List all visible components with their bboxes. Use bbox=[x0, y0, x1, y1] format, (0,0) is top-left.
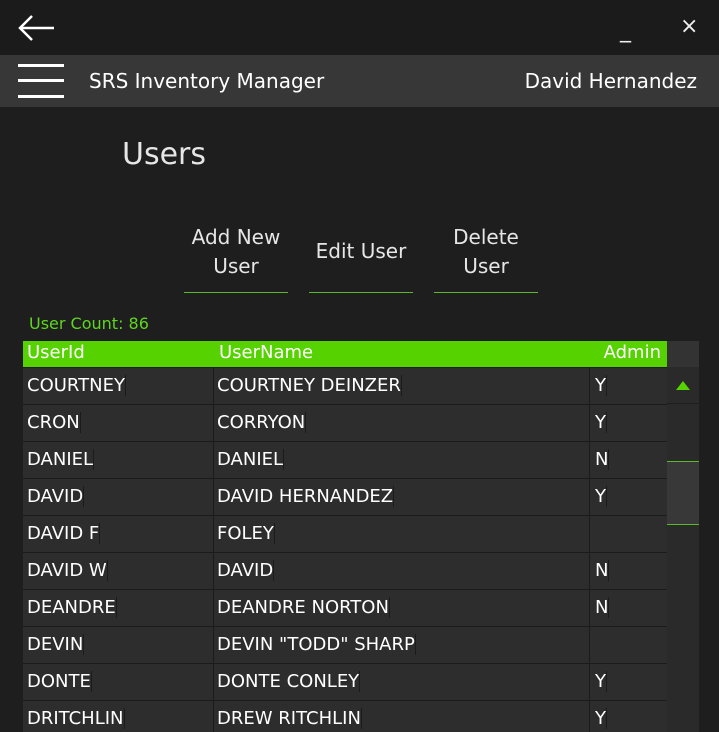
cell-admin: Y bbox=[595, 708, 607, 729]
cell-userid: DANIEL bbox=[27, 449, 95, 470]
close-button[interactable]: × bbox=[680, 16, 698, 38]
cell-username: DREW RITCHLIN bbox=[217, 708, 362, 729]
cell-admin: Y bbox=[595, 375, 607, 396]
user-count-label: User Count: 86 bbox=[29, 314, 149, 333]
page-title: Users bbox=[122, 137, 207, 172]
table-row[interactable]: DONTE DONTE CONLEY Y bbox=[23, 664, 667, 701]
cell-admin: N bbox=[595, 597, 610, 618]
cell-username: DEANDRE NORTON bbox=[217, 597, 390, 618]
cell-admin: N bbox=[595, 449, 610, 470]
add-new-user-button[interactable]: Add New User bbox=[184, 221, 288, 293]
window-titlebar: _ × bbox=[0, 0, 719, 55]
table-row[interactable]: DAVID DAVID HERNANDEZ Y bbox=[23, 479, 667, 516]
scrollbar-header-spacer bbox=[667, 341, 699, 367]
edit-user-label: Edit User bbox=[315, 239, 407, 263]
cell-userid: DAVID W bbox=[27, 560, 108, 581]
back-arrow-icon[interactable] bbox=[18, 14, 56, 42]
scroll-up-arrow-icon bbox=[676, 380, 690, 390]
cell-userid: DRITCHLIN bbox=[27, 708, 125, 729]
delete-user-label-line2: User bbox=[463, 253, 509, 278]
table-header: UserId UserName Admin bbox=[23, 341, 667, 367]
cell-userid: DAVID F bbox=[27, 523, 101, 544]
app-header: SRS Inventory Manager David Hernandez bbox=[0, 55, 719, 107]
cell-username: DAVID bbox=[217, 560, 275, 581]
table-row[interactable]: CRON CORRYON Y bbox=[23, 405, 667, 442]
minimize-button[interactable]: _ bbox=[620, 20, 631, 42]
cell-admin: Y bbox=[595, 671, 607, 692]
cell-userid: DONTE bbox=[27, 671, 92, 692]
cell-username: DANIEL bbox=[217, 449, 285, 470]
cell-username: COURTNEY DEINZER bbox=[217, 375, 402, 396]
cell-username: DEVIN "TODD" SHARP bbox=[217, 634, 416, 655]
current-user-name: David Hernandez bbox=[524, 69, 697, 93]
cell-userid: DAVID bbox=[27, 486, 85, 507]
table-row[interactable]: DEVIN DEVIN "TODD" SHARP bbox=[23, 627, 667, 664]
cell-username: CORRYON bbox=[217, 412, 307, 433]
add-new-user-label-line1: Add New bbox=[191, 224, 281, 249]
vertical-scrollbar[interactable] bbox=[667, 341, 699, 732]
app-title: SRS Inventory Manager bbox=[89, 69, 325, 93]
table-row[interactable]: COURTNEY COURTNEY DEINZER Y bbox=[23, 368, 667, 405]
hamburger-menu-icon[interactable] bbox=[18, 64, 64, 98]
column-header-userid[interactable]: UserId bbox=[27, 342, 85, 363]
table-row[interactable]: DAVID W DAVID N bbox=[23, 553, 667, 590]
table-row[interactable]: DRITCHLIN DREW RITCHLIN Y bbox=[23, 701, 667, 732]
table-row[interactable]: DANIEL DANIEL N bbox=[23, 442, 667, 479]
scroll-up-arrow-icon[interactable] bbox=[667, 367, 699, 403]
column-header-username[interactable]: UserName bbox=[219, 342, 313, 363]
users-table: UserId UserName Admin COURTNEY COURTNEY D… bbox=[23, 341, 667, 732]
cell-admin: Y bbox=[595, 412, 607, 433]
cell-admin: Y bbox=[595, 486, 607, 507]
delete-user-label-line1: Delete bbox=[453, 224, 519, 249]
table-row[interactable]: DEANDRE DEANDRE NORTON N bbox=[23, 590, 667, 627]
add-new-user-label-line2: User bbox=[213, 253, 259, 278]
cell-userid: CRON bbox=[27, 412, 81, 433]
cell-username: FOLEY bbox=[217, 523, 275, 544]
column-header-admin[interactable]: Admin bbox=[604, 342, 661, 363]
cell-admin: N bbox=[595, 560, 610, 581]
table-row[interactable]: DAVID F FOLEY bbox=[23, 516, 667, 553]
edit-user-button[interactable]: Edit User bbox=[309, 221, 413, 293]
cell-username: DONTE CONLEY bbox=[217, 671, 361, 692]
cell-userid: DEANDRE bbox=[27, 597, 117, 618]
cell-username: DAVID HERNANDEZ bbox=[217, 486, 395, 507]
scrollbar-thumb[interactable] bbox=[667, 461, 699, 525]
cell-userid: DEVIN bbox=[27, 634, 85, 655]
scrollbar-divider bbox=[667, 403, 699, 404]
column-divider bbox=[213, 368, 214, 732]
cell-userid: COURTNEY bbox=[27, 375, 126, 396]
column-divider bbox=[589, 368, 590, 732]
table-body: COURTNEY COURTNEY DEINZER Y CRON CORRYON Y D… bbox=[23, 368, 667, 732]
delete-user-button[interactable]: Delete User bbox=[434, 221, 538, 293]
